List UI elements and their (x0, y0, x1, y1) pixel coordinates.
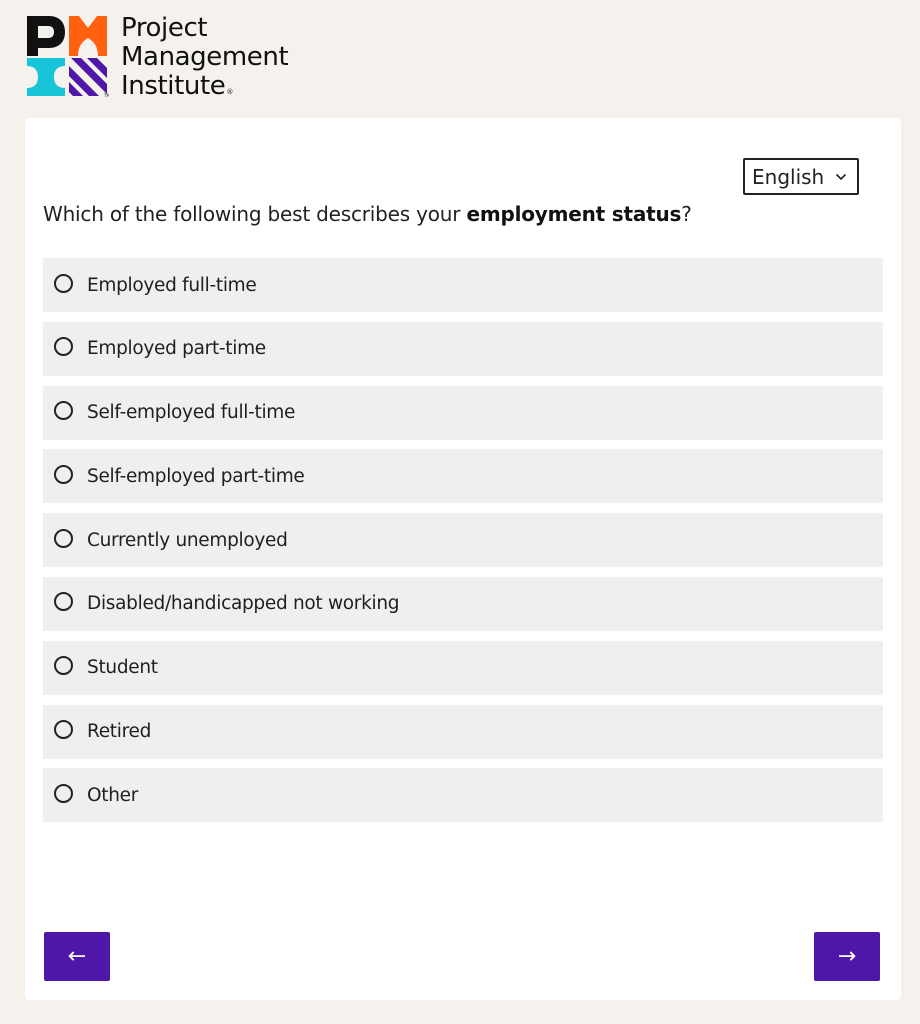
pmi-logo-icon: TM (27, 16, 109, 98)
radio-button[interactable] (54, 528, 73, 548)
radio-button[interactable] (54, 783, 73, 803)
language-select[interactable]: English (743, 158, 859, 195)
radio-button[interactable] (54, 401, 73, 421)
option-currently-unemployed[interactable]: Currently unemployed (43, 513, 883, 568)
next-button[interactable]: → (814, 932, 880, 981)
option-label: Self-employed full-time (87, 402, 296, 424)
option-retired[interactable]: Retired (43, 704, 883, 759)
option-label: Other (87, 784, 139, 806)
radio-button[interactable] (54, 464, 73, 484)
option-student[interactable]: Student (43, 640, 883, 695)
option-self-employed-part-time[interactable]: Self-employed part-time (43, 449, 883, 504)
option-label: Retired (87, 721, 152, 743)
logo-wordmark: Project Management Institute® (121, 13, 289, 107)
question-text: Which of the following best describes yo… (43, 202, 692, 226)
option-self-employed-full-time[interactable]: Self-employed full-time (43, 385, 883, 440)
radio-button[interactable] (54, 337, 73, 357)
radio-button[interactable] (54, 273, 73, 293)
option-employed-part-time[interactable]: Employed part-time (43, 321, 883, 376)
survey-card: English Which of the following best desc… (25, 118, 901, 1000)
chevron-down-icon (835, 173, 847, 181)
question-suffix: ? (681, 202, 692, 226)
logo-line-1: Project (121, 13, 208, 43)
radio-button[interactable] (54, 656, 73, 676)
option-label: Currently unemployed (87, 529, 288, 551)
logo-line-3-text: Institute (121, 71, 226, 101)
option-label: Self-employed part-time (87, 465, 305, 487)
option-other[interactable]: Other (43, 768, 883, 823)
arrow-right-icon: → (837, 943, 857, 969)
site-header: TM Project Management Institute® (25, 14, 289, 101)
radio-button[interactable] (54, 592, 73, 612)
arrow-left-icon: ← (67, 943, 87, 969)
option-label: Employed full-time (87, 274, 257, 296)
question-emphasis: employment status (466, 202, 682, 226)
option-label: Employed part-time (87, 338, 266, 360)
option-label: Disabled/handicapped not working (87, 593, 400, 615)
logo-line-2: Management (121, 42, 289, 72)
option-label: Student (87, 657, 158, 679)
back-button[interactable]: ← (44, 932, 110, 981)
logo-line-3: Institute® (121, 72, 288, 107)
question-prefix: Which of the following best describes yo… (43, 202, 467, 226)
option-employed-full-time[interactable]: Employed full-time (43, 258, 883, 312)
registered-mark: ® (226, 88, 233, 96)
trademark-mark: TM (103, 93, 109, 98)
answer-options: Employed full-time Employed part-time Se… (43, 258, 883, 832)
language-select-value: English (752, 164, 825, 189)
radio-button[interactable] (54, 720, 73, 740)
option-disabled-not-working[interactable]: Disabled/handicapped not working (43, 576, 883, 631)
